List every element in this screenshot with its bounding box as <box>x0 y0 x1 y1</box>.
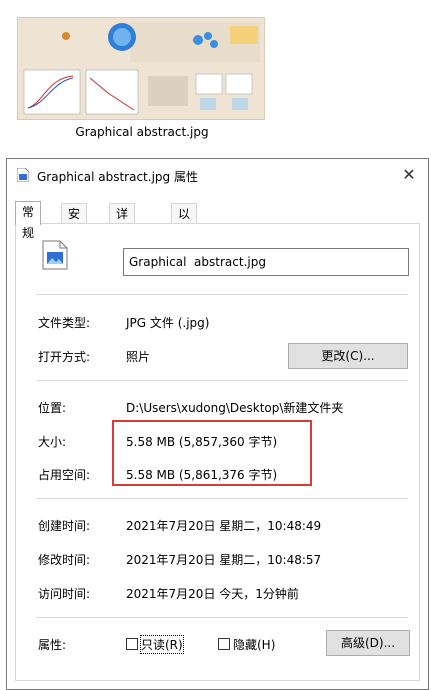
change-button[interactable]: 更改(C)... <box>288 343 408 369</box>
general-panel: 文件类型: JPG 文件 (.jpg) 打开方式: 照片 更改(C)... 位置… <box>15 223 420 681</box>
accessed-value: 2021年7月20日 今天，1分钟前 <box>126 587 299 601</box>
modified-value: 2021年7月20日 星期二，10:48:57 <box>126 553 322 567</box>
file-type-label: 文件类型: <box>38 316 91 330</box>
tab-general[interactable]: 常规 <box>15 201 42 240</box>
hidden-checkbox[interactable] <box>218 638 230 650</box>
image-file-icon <box>42 240 68 270</box>
titlebar: Graphical abstract.jpg 属性 ✕ <box>7 159 428 191</box>
size-on-disk-label: 占用空间: <box>38 468 91 482</box>
file-name-field[interactable] <box>123 248 409 276</box>
thumbnail-graphic <box>18 18 264 119</box>
location-value: D:\Users\xudong\Desktop\新建文件夹 <box>126 401 344 415</box>
thumbnail-area: Graphical abstract.jpg <box>0 0 431 150</box>
divider <box>36 617 408 618</box>
tab-details[interactable]: 详细信息 <box>109 203 136 284</box>
advanced-button[interactable]: 高级(D)... <box>326 630 410 656</box>
modified-label: 修改时间: <box>38 553 91 567</box>
size-highlight-box <box>112 420 312 486</box>
readonly-checkbox[interactable] <box>126 638 138 650</box>
divider <box>36 498 408 499</box>
opens-with-value: 照片 <box>126 350 151 364</box>
thumbnail-caption: Graphical abstract.jpg <box>75 125 209 139</box>
created-value: 2021年7月20日 星期二，10:48:49 <box>126 519 322 533</box>
dialog-title: Graphical abstract.jpg 属性 <box>37 170 198 184</box>
accessed-label: 访问时间: <box>38 587 91 601</box>
close-icon: ✕ <box>402 165 416 184</box>
divider <box>36 294 408 295</box>
tab-security[interactable]: 安全 <box>61 203 88 242</box>
attributes-label: 属性: <box>38 638 67 652</box>
file-type-value: JPG 文件 (.jpg) <box>126 316 210 330</box>
readonly-label[interactable]: 只读(R) <box>140 635 184 654</box>
image-file-icon <box>17 168 29 182</box>
hidden-label[interactable]: 隐藏(H) <box>233 636 275 653</box>
image-thumbnail[interactable] <box>17 17 265 120</box>
divider <box>36 380 408 381</box>
properties-dialog: Graphical abstract.jpg 属性 ✕ 常规 安全 详细信息 以… <box>6 158 429 690</box>
location-label: 位置: <box>38 401 67 415</box>
tab-previous-versions[interactable]: 以前的版本 <box>171 203 198 305</box>
created-label: 创建时间: <box>38 519 91 533</box>
close-button[interactable]: ✕ <box>396 163 422 187</box>
size-label: 大小: <box>38 435 67 449</box>
opens-with-label: 打开方式: <box>38 350 91 364</box>
